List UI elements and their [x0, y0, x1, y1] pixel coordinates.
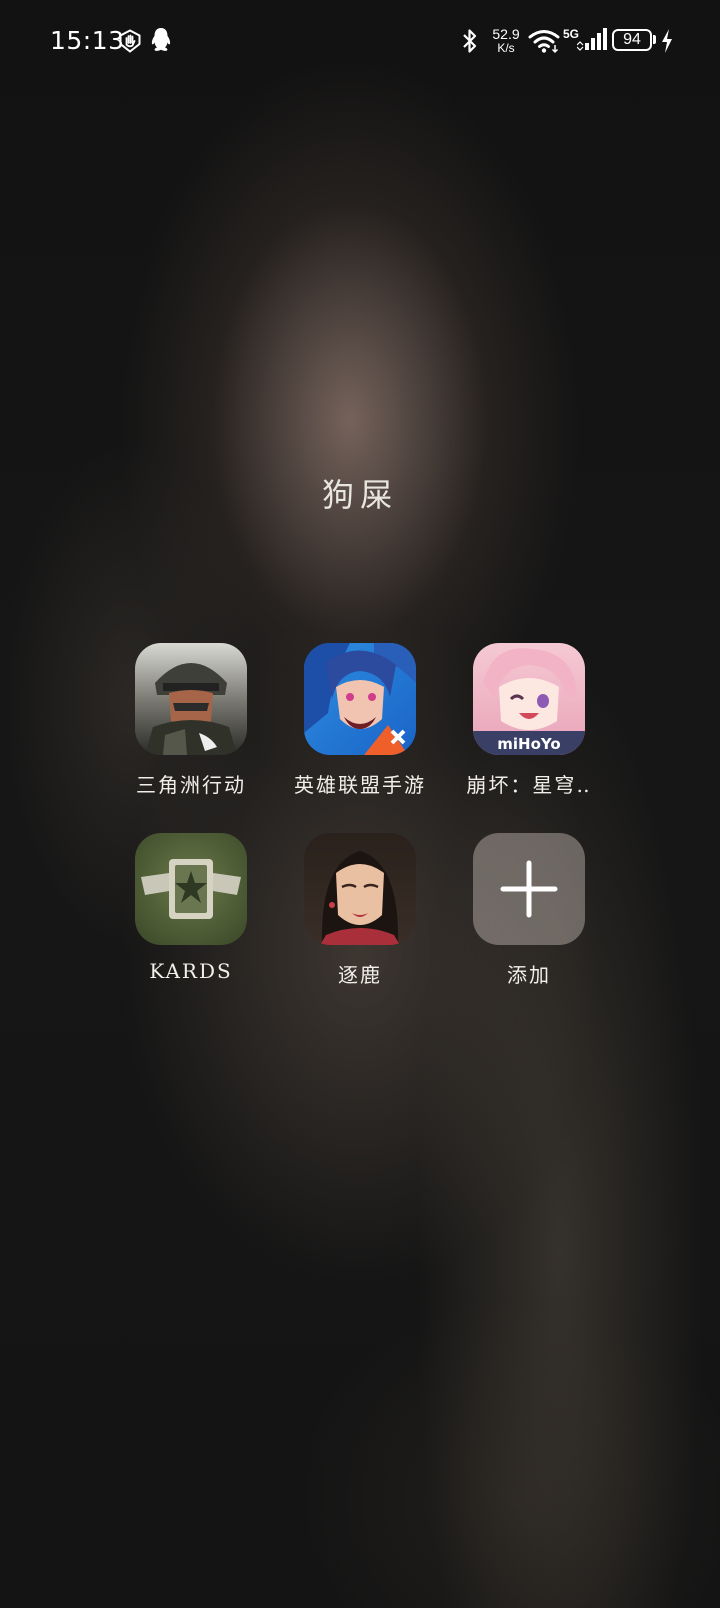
zhulu-app-icon[interactable] [304, 833, 416, 945]
mihoyo-logo-text: miHoYo [497, 735, 560, 753]
app-delta-force[interactable]: 三角洲行动 [106, 643, 276, 798]
add-plus-icon[interactable] [473, 833, 585, 945]
kards-app-icon[interactable] [135, 833, 247, 945]
folder-app-grid: 三角洲行动 英雄联盟手游 miHoYo 崩坏：星穹‥ KARDS 逐鹿 添加 [0, 0, 720, 1608]
app-zhulu[interactable]: 逐鹿 [275, 833, 445, 988]
add-app-button[interactable]: 添加 [444, 833, 614, 988]
delta-force-app-icon[interactable] [135, 643, 247, 755]
home-screen: 15:13 52.9 K/s 5G 94 狗屎 三角洲行动 英雄联盟手游 miH… [0, 0, 720, 1608]
app-label: 逐鹿 [338, 963, 382, 987]
app-kards[interactable]: KARDS [106, 833, 276, 983]
app-label: 三角洲行动 [136, 773, 246, 797]
league-of-legends-wild-rift-app-icon[interactable] [304, 643, 416, 755]
app-label: 英雄联盟手游 [294, 773, 426, 797]
app-label: KARDS [149, 959, 233, 983]
app-honkai-star-rail[interactable]: miHoYo 崩坏：星穹‥ [444, 643, 614, 798]
app-league-of-legends-mobile[interactable]: 英雄联盟手游 [275, 643, 445, 798]
honkai-star-rail-app-icon[interactable]: miHoYo [473, 643, 585, 755]
app-label: 添加 [507, 963, 551, 987]
app-label: 崩坏：星穹‥ [466, 773, 592, 797]
